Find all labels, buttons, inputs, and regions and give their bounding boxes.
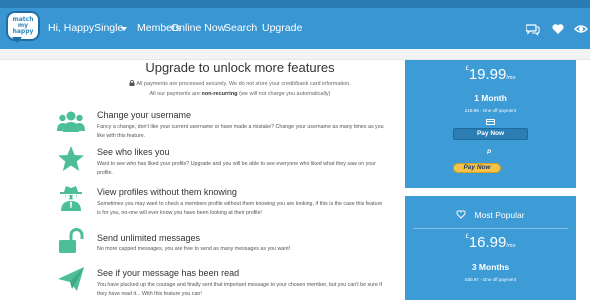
price-per: /mo bbox=[506, 75, 516, 81]
plan-period: 3 Months bbox=[471, 262, 510, 272]
card-divider bbox=[413, 228, 568, 229]
secure-note-text: All payments are processed securely. We … bbox=[136, 81, 351, 87]
top-band bbox=[0, 0, 590, 8]
nav-online-now[interactable]: Online Now bbox=[171, 22, 225, 36]
price-value: 16.99 bbox=[468, 234, 507, 251]
page-title: Upgrade to unlock more features bbox=[145, 60, 335, 75]
most-popular-badge: Most Popular bbox=[405, 210, 576, 220]
price-value: 19.99 bbox=[468, 66, 507, 83]
plan-price: £19.99/mo bbox=[405, 66, 576, 83]
plan-subprice: £50.97 - One off payment bbox=[465, 277, 516, 282]
feature-description: Fancy a change, don't like your current … bbox=[97, 124, 384, 139]
paypal-pay-now-button[interactable]: Pay Now bbox=[453, 163, 501, 173]
recurring-note-pre: All our payments are bbox=[149, 91, 200, 97]
feature-title: Send unlimited messages bbox=[97, 233, 201, 243]
secure-payment-note: All payments are processed securely. We … bbox=[40, 79, 440, 87]
most-popular-label: Most Popular bbox=[474, 210, 525, 220]
users-icon bbox=[57, 111, 85, 132]
feature-description: Sometimes you may want to check a member… bbox=[97, 201, 383, 216]
header-shadow bbox=[0, 49, 590, 60]
feature-description: Want to see who has liked your profile? … bbox=[97, 161, 376, 176]
heart-icon[interactable] bbox=[551, 22, 565, 36]
plan-subprice: £19.99 - One off payment bbox=[465, 108, 516, 113]
eye-icon[interactable] bbox=[574, 22, 588, 36]
nav-search[interactable]: Search bbox=[224, 22, 257, 36]
feature-description: You have plucked up the courage and fina… bbox=[97, 282, 382, 297]
spy-icon bbox=[60, 186, 82, 211]
feature-title: Change your username bbox=[97, 110, 192, 120]
plan-period: 1 Month bbox=[474, 93, 507, 103]
plan-card-1-month: £19.99/mo 1 Month £19.99 - One off payme… bbox=[405, 60, 576, 188]
logo-text-3: happy bbox=[12, 28, 34, 35]
feature-description: No more capped messages, you are free to… bbox=[97, 246, 291, 252]
chevron-down-icon bbox=[121, 27, 127, 31]
paypal-icon: P bbox=[487, 150, 492, 156]
feature-title: See if your message has been read bbox=[97, 268, 240, 278]
recurring-note-bold: non-recurring bbox=[201, 91, 238, 97]
star-icon bbox=[58, 146, 84, 171]
heart-outline-icon bbox=[456, 210, 467, 219]
feature-title: See who likes you bbox=[97, 147, 170, 157]
logo-bubble-tail bbox=[12, 37, 22, 43]
feature-title: View profiles without them knowing bbox=[97, 187, 237, 197]
price-per: /mo bbox=[506, 243, 516, 249]
plan-price: £16.99/mo bbox=[405, 234, 576, 251]
chat-icon[interactable] bbox=[526, 22, 540, 36]
user-menu[interactable]: Hi, HappySingle bbox=[48, 22, 123, 36]
unlock-icon bbox=[59, 228, 84, 253]
paper-plane-icon bbox=[58, 267, 84, 291]
credit-card-icon bbox=[486, 119, 495, 125]
lock-icon bbox=[129, 79, 135, 86]
plan-card-3-months: Most Popular £16.99/mo 3 Months £50.97 -… bbox=[405, 196, 576, 300]
recurring-note: All our payments are non-recurring (we w… bbox=[40, 91, 440, 97]
pay-now-button[interactable]: Pay Now bbox=[453, 128, 528, 140]
recurring-note-post: (we will not charge you automatically) bbox=[239, 91, 331, 97]
nav-upgrade[interactable]: Upgrade bbox=[262, 22, 302, 36]
